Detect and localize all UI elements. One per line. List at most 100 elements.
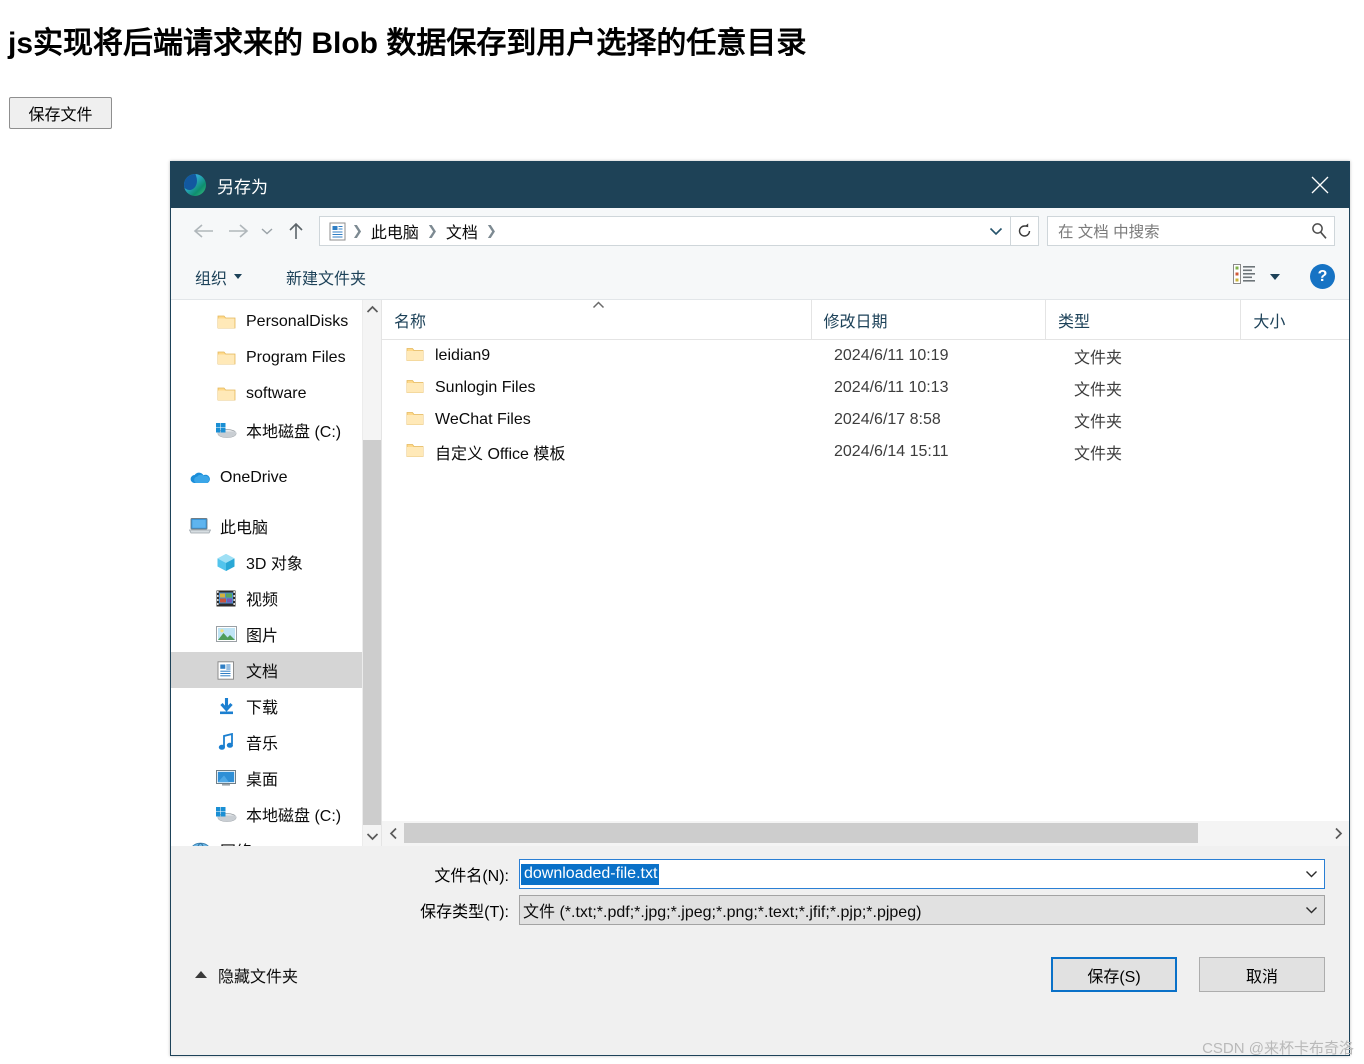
- recent-locations-chevron-down-icon[interactable]: [255, 214, 279, 248]
- cancel-button[interactable]: 取消: [1199, 957, 1325, 992]
- filename-field[interactable]: downloaded-file.txt: [519, 859, 1325, 889]
- forward-arrow-icon[interactable]: [221, 214, 255, 248]
- sidebar-item-label: PersonalDisks: [246, 313, 349, 330]
- sidebar-item-7[interactable]: 视频: [171, 580, 381, 616]
- column-header-name[interactable]: 名称: [382, 300, 812, 340]
- file-name-cell: Sunlogin Files: [382, 379, 822, 397]
- sidebar-item-label: 图片: [246, 628, 279, 645]
- sidebar-item-5[interactable]: 此电脑: [171, 508, 381, 544]
- file-name: 自定义 Office 模板: [435, 446, 566, 463]
- sidebar-item-6[interactable]: 3D 对象: [171, 544, 381, 580]
- file-row[interactable]: 自定义 Office 模板 2024/6/14 15:11 文件夹: [382, 436, 1349, 468]
- sidebar-item-11[interactable]: 音乐: [171, 724, 381, 760]
- up-arrow-icon[interactable]: [279, 214, 313, 248]
- breadcrumb-separator: ❯: [485, 223, 497, 238]
- csdn-watermark: CSDN @来杯卡布奇洛: [1202, 1040, 1354, 1057]
- folder-icon: [406, 347, 424, 365]
- sidebar-item-12[interactable]: 桌面: [171, 760, 381, 796]
- sidebar-item-10[interactable]: 下载: [171, 688, 381, 724]
- scrollbar-thumb[interactable]: [404, 823, 1198, 843]
- folder-icon: [406, 379, 424, 397]
- file-date-cell: 2024/6/11 10:13: [834, 379, 949, 396]
- file-name: WeChat Files: [435, 411, 531, 428]
- file-list-horizontal-scrollbar[interactable]: [382, 821, 1349, 846]
- column-header-size[interactable]: 大小: [1241, 300, 1349, 340]
- save-button[interactable]: 保存(S): [1051, 957, 1177, 992]
- refresh-icon[interactable]: [1010, 217, 1038, 245]
- organize-button[interactable]: 组织: [195, 265, 243, 289]
- sidebar-item-2[interactable]: software: [171, 376, 381, 412]
- address-dropdown-chevron-down-icon[interactable]: [982, 217, 1010, 245]
- search-box[interactable]: 在 文档 中搜索: [1047, 216, 1335, 246]
- sidebar-item-13[interactable]: 本地磁盘 (C:): [171, 796, 381, 832]
- filetype-dropdown-chevron-down-icon[interactable]: [1298, 896, 1324, 924]
- file-name-cell: WeChat Files: [382, 411, 822, 429]
- search-input[interactable]: 在 文档 中搜索: [1048, 220, 1304, 242]
- file-name-cell: leidian9: [382, 347, 822, 365]
- file-row[interactable]: Sunlogin Files 2024/6/11 10:13 文件夹: [382, 372, 1349, 404]
- scroll-up-chevron-up-icon[interactable]: [363, 300, 381, 319]
- scrollbar-thumb[interactable]: [363, 440, 381, 825]
- file-type-cell: 文件夹: [1074, 382, 1123, 399]
- back-arrow-icon[interactable]: [187, 214, 221, 248]
- filename-input[interactable]: downloaded-file.txt: [521, 863, 660, 885]
- sidebar-item-3[interactable]: 本地磁盘 (C:): [171, 412, 381, 448]
- local-disk-icon: [215, 420, 237, 440]
- sidebar-item-1[interactable]: Program Files: [171, 340, 381, 376]
- documents-icon: [215, 660, 237, 680]
- file-date-cell: 2024/6/11 10:19: [834, 347, 949, 364]
- this-pc-icon: [189, 516, 211, 536]
- new-folder-button[interactable]: 新建文件夹: [286, 265, 366, 289]
- sidebar-item-8[interactable]: 图片: [171, 616, 381, 652]
- scroll-left-chevron-left-icon[interactable]: [382, 821, 404, 846]
- command-bar: 组织 新建文件夹 ?: [171, 254, 1349, 300]
- folder-tree: PersonalDisks Program Files software 本地磁盘 (…: [171, 300, 381, 846]
- save-file-button[interactable]: 保存文件: [9, 97, 112, 129]
- help-icon[interactable]: ?: [1310, 264, 1335, 289]
- sidebar-item-label: 网络: [220, 838, 252, 846]
- scroll-down-chevron-down-icon[interactable]: [363, 827, 381, 846]
- file-type-cell: 文件夹: [1074, 446, 1123, 463]
- sidebar-item-14[interactable]: 网络: [171, 832, 381, 846]
- save-as-dialog: 另存为 ❯ 此电脑 ❯ 文档 ❯ 在 文档 中搜索 组织 新建文件夹 ? Per…: [170, 161, 1350, 1056]
- search-icon[interactable]: [1304, 217, 1334, 245]
- filetype-value[interactable]: 文件 (*.txt;*.pdf;*.jpg;*.jpeg;*.png;*.tex…: [520, 898, 1298, 922]
- documents-folder-icon: [326, 220, 348, 242]
- file-row[interactable]: WeChat Files 2024/6/17 8:58 文件夹: [382, 404, 1349, 436]
- file-type-cell: 文件夹: [1074, 350, 1123, 367]
- breadcrumb-item-documents[interactable]: 文档: [442, 219, 482, 243]
- chevron-down-icon: [234, 274, 243, 279]
- sidebar-item-label: Program Files: [246, 349, 346, 366]
- dialog-body: PersonalDisks Program Files software 本地磁盘 (…: [171, 300, 1349, 846]
- sidebar-item-0[interactable]: PersonalDisks: [171, 304, 381, 340]
- column-header-name-label: 名称: [394, 313, 427, 331]
- folder-icon: [215, 312, 237, 332]
- page-title: js实现将后端请求来的 Blob 数据保存到用户选择的任意目录: [8, 27, 807, 60]
- tree-group-gap: [171, 448, 381, 460]
- dialog-titlebar: 另存为: [171, 162, 1349, 208]
- filetype-field[interactable]: 文件 (*.txt;*.pdf;*.jpg;*.jpeg;*.png;*.tex…: [519, 895, 1325, 925]
- scrollbar-track[interactable]: [404, 821, 1327, 846]
- tree-group-gap: [171, 496, 381, 508]
- sidebar-item-label: 本地磁盘 (C:): [246, 424, 342, 441]
- file-name-cell: 自定义 Office 模板: [382, 440, 822, 464]
- file-row[interactable]: leidian9 2024/6/11 10:19 文件夹: [382, 340, 1349, 372]
- column-header-type[interactable]: 类型: [1046, 300, 1242, 340]
- file-list-pane: 名称 修改日期 类型 大小 leidian9 2024/6/11 10:19 文件夹…: [381, 300, 1349, 846]
- breadcrumb-item-this-pc[interactable]: 此电脑: [367, 219, 423, 243]
- sidebar-item-9[interactable]: 文档: [171, 652, 381, 688]
- sidebar-item-label: software: [246, 385, 307, 402]
- scroll-right-chevron-right-icon[interactable]: [1327, 821, 1349, 846]
- folder-icon: [215, 384, 237, 404]
- sidebar-vertical-scrollbar[interactable]: [362, 300, 381, 846]
- close-icon[interactable]: [1291, 162, 1349, 208]
- sidebar-item-4[interactable]: OneDrive: [171, 460, 381, 496]
- filename-dropdown-chevron-down-icon[interactable]: [1298, 860, 1324, 888]
- list-view-icon: [1233, 264, 1256, 289]
- column-header-date[interactable]: 修改日期: [812, 300, 1046, 340]
- address-bar[interactable]: ❯ 此电脑 ❯ 文档 ❯: [319, 216, 1039, 246]
- hide-folders-button[interactable]: 隐藏文件夹: [195, 963, 298, 987]
- pictures-icon: [215, 624, 237, 644]
- view-mode-button[interactable]: [1233, 264, 1280, 289]
- organize-label: 组织: [195, 270, 228, 288]
